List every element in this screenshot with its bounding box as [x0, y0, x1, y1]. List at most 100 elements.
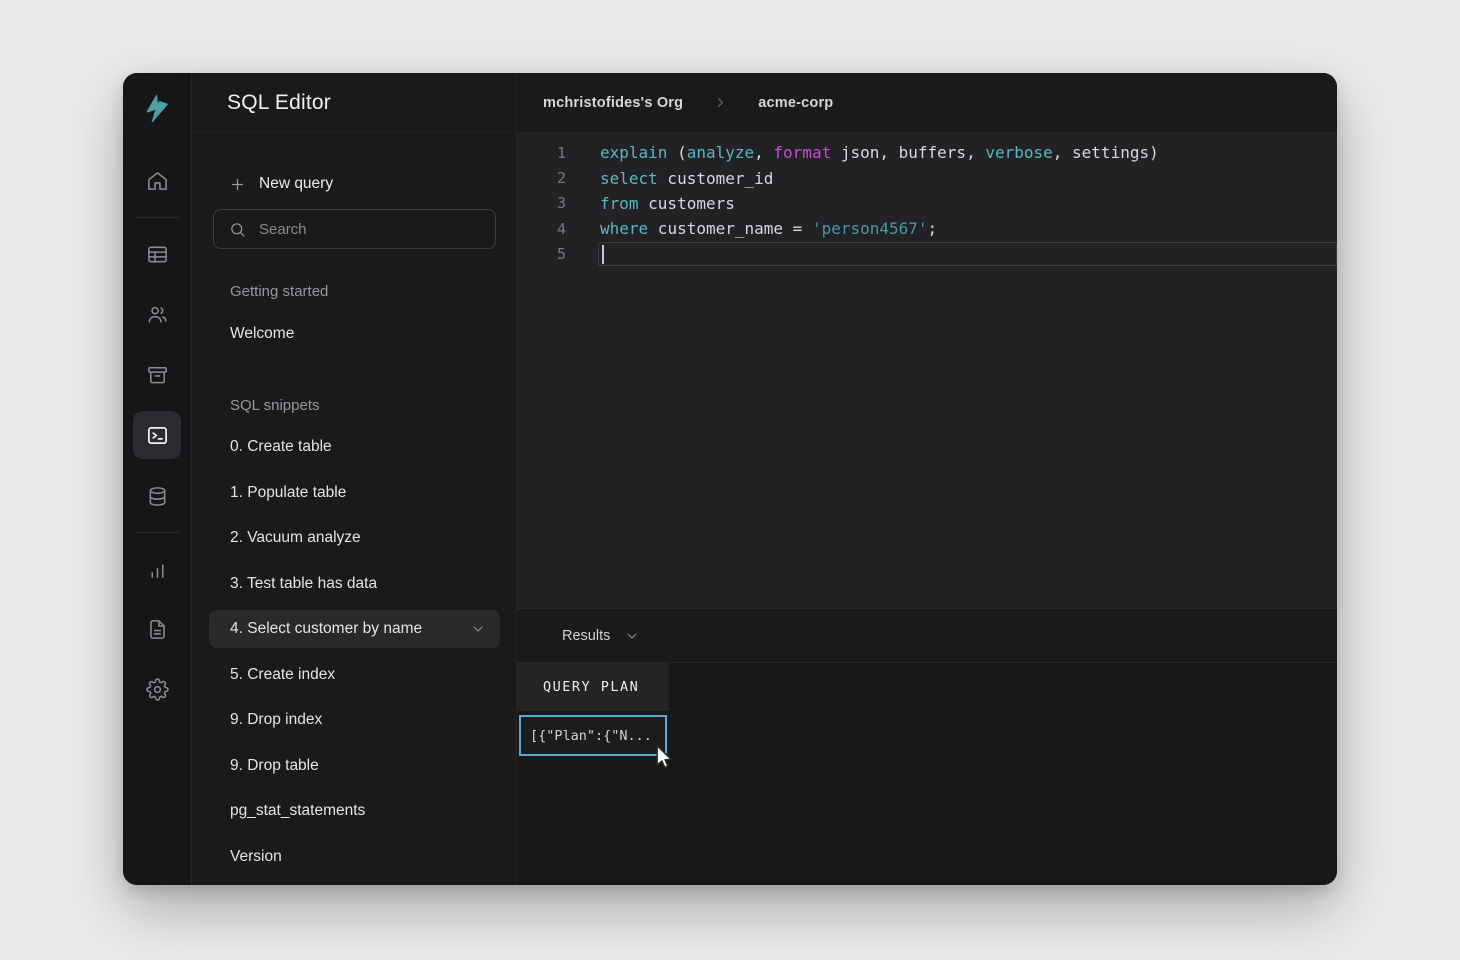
- rail-item-home[interactable]: [142, 166, 172, 196]
- sidebar-item-vacuum-analyze[interactable]: 2. Vacuum analyze: [192, 516, 516, 562]
- breadcrumb-org[interactable]: mchristofides's Org: [543, 95, 683, 111]
- sidebar-item-version[interactable]: Version: [192, 834, 516, 880]
- results-toggle[interactable]: Results: [517, 608, 1337, 663]
- search-box: [213, 209, 496, 249]
- search-icon: [229, 221, 246, 238]
- current-line-highlight: [598, 242, 1337, 266]
- rail-item-users[interactable]: [142, 299, 172, 329]
- line-number: 1: [517, 144, 566, 162]
- line-number: 2: [517, 169, 566, 187]
- rail-divider: [135, 532, 180, 533]
- editor-line-current: 5: [517, 242, 1337, 267]
- token: format: [773, 143, 831, 162]
- sidebar-item-label: 0. Create table: [230, 438, 332, 456]
- code-line: where customer_name = 'person4567';: [600, 219, 937, 238]
- sidebar-item-label: 5. Create index: [230, 666, 335, 684]
- rail-item-monitoring[interactable]: [142, 554, 172, 584]
- editor-line: 2 select customer_id: [517, 165, 1337, 190]
- token: explain: [600, 143, 667, 162]
- line-number: 5: [517, 245, 566, 263]
- home-icon: [146, 170, 169, 193]
- archive-icon: [146, 363, 169, 386]
- text-caret: [602, 245, 604, 264]
- section-header-sql-snippets: SQL snippets: [230, 397, 516, 419]
- sidebar-item-welcome[interactable]: Welcome: [192, 311, 516, 357]
- token: select: [600, 169, 658, 188]
- sidebar-item-populate-table[interactable]: 1. Populate table: [192, 470, 516, 516]
- database-icon: [146, 485, 169, 508]
- chevron-down-icon: [470, 621, 486, 637]
- plus-icon: [229, 176, 246, 193]
- sidebar-item-label: 9. Drop table: [230, 757, 319, 775]
- section-header-getting-started: Getting started: [230, 283, 516, 305]
- rail-item-archive[interactable]: [142, 359, 172, 389]
- sidebar-item-label: 3. Test table has data: [230, 575, 377, 593]
- sidebar-item-test-table-has-data[interactable]: 3. Test table has data: [192, 561, 516, 607]
- breadcrumb-project[interactable]: acme-corp: [758, 95, 833, 111]
- token: (: [667, 143, 686, 162]
- code-line: select customer_id: [600, 169, 773, 188]
- editor-line: 4 where customer_name = 'person4567';: [517, 216, 1337, 241]
- lightning-bolt-icon: [140, 90, 174, 126]
- code-line: from customers: [600, 194, 735, 213]
- sidebar-item-label: 1. Populate table: [230, 484, 346, 502]
- rail-item-settings[interactable]: [142, 674, 172, 704]
- rail-divider: [135, 217, 180, 218]
- token: analyze: [687, 143, 754, 162]
- brand-logo[interactable]: [137, 87, 177, 129]
- new-query-label: New query: [259, 175, 333, 193]
- settings-icon: [146, 678, 169, 701]
- sidebar: SQL Editor New query Getting started Wel…: [192, 73, 517, 885]
- sidebar-item-label: 9. Drop index: [230, 711, 322, 729]
- users-icon: [146, 303, 169, 326]
- sidebar-item-create-table[interactable]: 0. Create table: [192, 425, 516, 471]
- token: , settings): [1053, 143, 1159, 162]
- icon-rail: [123, 73, 192, 885]
- new-query-button[interactable]: New query: [229, 175, 516, 193]
- bar-chart-icon: [146, 558, 169, 581]
- chevron-right-icon: [713, 95, 728, 110]
- rail-item-docs[interactable]: [142, 614, 172, 644]
- token: 'person4567': [812, 219, 928, 238]
- rail-item-database[interactable]: [142, 481, 172, 511]
- token: customer_name =: [648, 219, 812, 238]
- token: json, buffers,: [831, 143, 985, 162]
- sidebar-item-create-index[interactable]: 5. Create index: [192, 652, 516, 698]
- result-cell-selected[interactable]: [{"Plan":{"N...: [519, 715, 667, 756]
- token: customer_id: [658, 169, 774, 188]
- code-line: [600, 242, 1337, 267]
- file-icon: [146, 618, 169, 641]
- line-number: 3: [517, 194, 566, 212]
- line-number: 4: [517, 220, 566, 238]
- editor-line: 1 explain (analyze, format json, buffers…: [517, 140, 1337, 165]
- main-panel: mchristofides's Org acme-corp 1 explain …: [517, 73, 1337, 885]
- code-line: explain (analyze, format json, buffers, …: [600, 143, 1159, 162]
- results-grid: QUERY PLAN [{"Plan":{"N...: [517, 663, 1337, 885]
- sql-code-editor[interactable]: 1 explain (analyze, format json, buffers…: [517, 133, 1337, 608]
- breadcrumb: mchristofides's Org acme-corp: [517, 73, 1337, 133]
- table-icon: [146, 243, 169, 266]
- sidebar-item-label: 4. Select customer by name: [230, 620, 422, 638]
- rail-item-sql-editor[interactable]: [133, 411, 181, 459]
- sidebar-item-label: 2. Vacuum analyze: [230, 529, 361, 547]
- snippet-list: 0. Create table 1. Populate table 2. Vac…: [192, 425, 516, 880]
- token: from: [600, 194, 639, 213]
- column-header-query-plan: QUERY PLAN: [517, 663, 669, 711]
- sidebar-item-pg-stat-statements[interactable]: pg_stat_statements: [192, 789, 516, 835]
- token: customers: [639, 194, 735, 213]
- token: where: [600, 219, 648, 238]
- editor-line: 3 from customers: [517, 191, 1337, 216]
- rail-item-tables[interactable]: [142, 239, 172, 269]
- sidebar-item-label: pg_stat_statements: [230, 802, 365, 820]
- rail-nav: [133, 151, 181, 719]
- sidebar-item-select-customer-by-name[interactable]: 4. Select customer by name: [209, 610, 500, 648]
- token: ,: [754, 143, 773, 162]
- app-window: SQL Editor New query Getting started Wel…: [123, 73, 1337, 885]
- sidebar-header: SQL Editor: [192, 73, 516, 133]
- results-label: Results: [562, 628, 610, 644]
- sidebar-item-drop-index[interactable]: 9. Drop index: [192, 698, 516, 744]
- sidebar-item-drop-table[interactable]: 9. Drop table: [192, 743, 516, 789]
- chevron-down-icon: [624, 628, 640, 644]
- sidebar-item-label: Version: [230, 848, 282, 866]
- search-input[interactable]: [259, 221, 459, 238]
